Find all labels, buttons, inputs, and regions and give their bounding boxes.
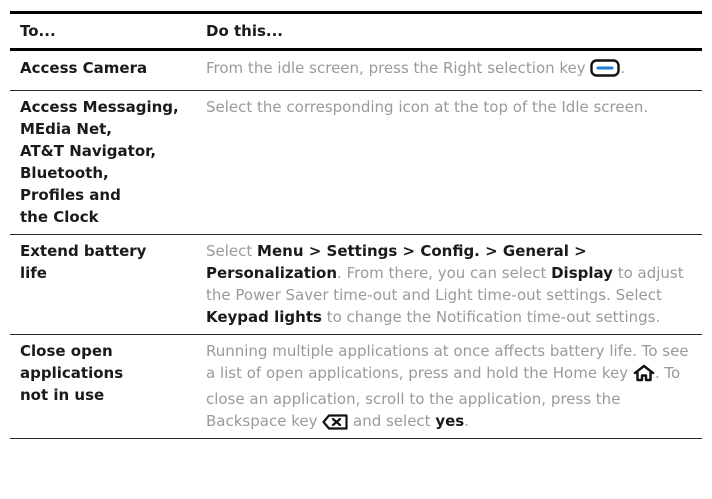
table-header-row: To... Do this... — [10, 12, 702, 51]
to-line: Bluetooth, — [20, 164, 109, 182]
table-row: Access Messaging, MEdia Net, AT&T Naviga… — [10, 90, 702, 235]
to-line: MEdia Net, — [20, 120, 112, 138]
yes-option: yes — [435, 412, 465, 430]
to-line: Close open — [20, 342, 113, 360]
row-do-access-messaging: Select the corresponding icon at the top… — [206, 90, 702, 235]
keypad-lights-option: Keypad lights — [206, 308, 322, 326]
do-text: Running multiple applications at once af… — [206, 342, 689, 382]
header-to: To... — [10, 12, 206, 51]
to-line: Extend battery — [20, 242, 147, 260]
to-line: not in use — [20, 386, 105, 404]
header-do-this: Do this... — [206, 12, 702, 51]
row-to-access-camera: Access Camera — [10, 49, 206, 91]
to-line: the Clock — [20, 208, 99, 226]
table-row: Access Camera From the idle screen, pres… — [10, 49, 702, 91]
do-text: . — [464, 412, 469, 430]
row-to-close-apps: Close open applications not in use — [10, 334, 206, 439]
table-row: Close open applications not in use Runni… — [10, 334, 702, 439]
do-text: Select — [206, 242, 258, 260]
do-text: and select — [348, 412, 436, 430]
row-do-close-apps: Running multiple applications at once af… — [206, 334, 702, 439]
to-line: Profiles and — [20, 186, 121, 204]
home-key-icon — [633, 364, 655, 388]
display-option: Display — [551, 264, 613, 282]
row-do-access-camera: From the idle screen, press the Right se… — [206, 49, 702, 91]
do-text: to change the Notification time-out sett… — [321, 308, 661, 326]
do-text: . From there, you can select — [337, 264, 552, 282]
instructions-table: To... Do this... Access Camera From the … — [10, 11, 702, 439]
do-text: From the idle screen, press the Right se… — [206, 59, 586, 77]
backspace-key-icon — [322, 414, 348, 436]
to-line: life — [20, 264, 47, 282]
row-do-extend-battery: Select Menu > Settings > Config. > Gener… — [206, 234, 702, 335]
to-line: AT&T Navigator, — [20, 142, 157, 160]
to-line: Access Messaging, — [20, 98, 179, 116]
do-end: . — [620, 59, 626, 77]
to-line: applications — [20, 364, 124, 382]
right-selection-key-icon — [590, 59, 621, 83]
row-to-extend-battery: Extend battery life — [10, 234, 206, 335]
table-row: Extend battery life Select Menu > Settin… — [10, 234, 702, 335]
row-to-access-messaging: Access Messaging, MEdia Net, AT&T Naviga… — [10, 90, 206, 235]
